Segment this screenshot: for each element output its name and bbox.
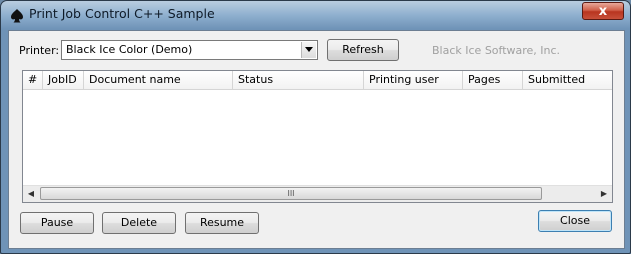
app-icon [11,9,23,23]
delete-button[interactable]: Delete [102,212,176,234]
horizontal-scrollbar[interactable]: ◀ III ▶ [23,185,612,202]
column-header-document-name[interactable]: Document name [84,71,233,89]
window-title: Print Job Control C++ Sample [29,6,215,21]
scroll-left-icon[interactable]: ◀ [23,186,39,202]
title-bar[interactable]: Print Job Control C++ Sample x [1,1,630,29]
pause-button[interactable]: Pause [20,212,94,234]
column-header-number[interactable]: # [23,71,43,89]
resume-button[interactable]: Resume [185,212,259,234]
printer-select[interactable]: Black Ice Color (Demo) [61,40,318,60]
scrollbar-thumb[interactable]: III [40,187,542,200]
column-header-printing-user[interactable]: Printing user [364,71,463,89]
dialog-client-area: Printer: Black Ice Color (Demo) Refresh … [8,30,625,249]
printer-select-value: Black Ice Color (Demo) [66,43,193,56]
column-header-pages[interactable]: Pages [463,71,523,89]
chevron-down-icon[interactable] [301,42,316,58]
refresh-button[interactable]: Refresh [327,39,399,61]
close-button[interactable]: Close [538,210,612,232]
main-window: Print Job Control C++ Sample x Printer: … [0,0,631,254]
column-header-jobid[interactable]: JobID [43,71,84,89]
column-header-submitted[interactable]: Submitted [523,71,612,89]
window-close-button[interactable]: x [582,2,624,20]
scroll-right-icon[interactable]: ▶ [596,186,612,202]
print-jobs-list[interactable]: # JobID Document name Status Printing us… [22,70,613,203]
grip-icon: III [287,189,295,198]
close-icon: x [598,4,608,19]
column-header-status[interactable]: Status [233,71,364,89]
list-header: # JobID Document name Status Printing us… [23,71,612,90]
printer-label: Printer: [19,44,60,57]
company-label: Black Ice Software, Inc. [432,44,561,57]
